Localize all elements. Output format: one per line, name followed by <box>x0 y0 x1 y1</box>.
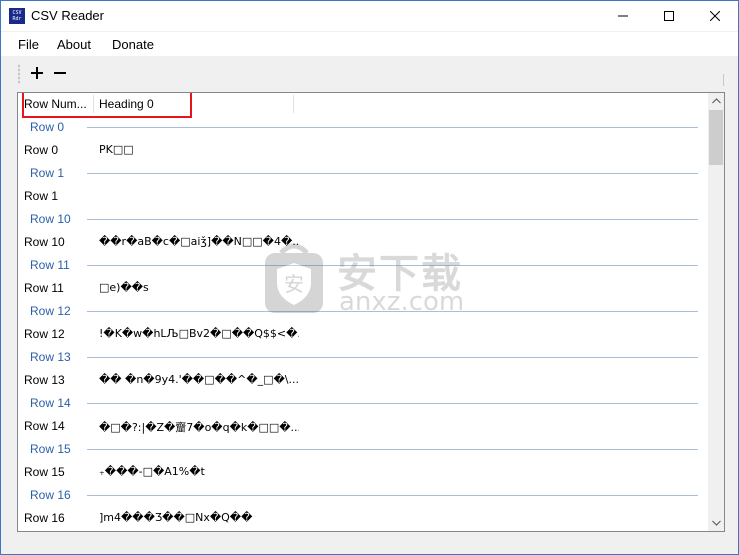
group-header[interactable]: Row 12 <box>18 300 708 323</box>
minimize-icon <box>618 15 628 17</box>
row-number-cell: Row 15 <box>24 465 65 479</box>
group-label: Row 14 <box>30 396 71 410</box>
group-label: Row 16 <box>30 488 71 502</box>
minus-icon <box>54 72 66 74</box>
heading-0-cell[interactable]: �� �n�9y4.'��□��^�_□�\... <box>99 373 299 386</box>
group-label: Row 11 <box>30 258 70 272</box>
group-header[interactable]: Row 14 <box>18 392 708 415</box>
table-row[interactable]: Row 15 ₊���-□�A1%�t <box>18 461 708 484</box>
row-number-cell: Row 14 <box>24 419 65 433</box>
table-row[interactable]: Row 10 ��r�aB�c�□aiǯ]��N□□�4�... <box>18 231 708 254</box>
group-label: Row 10 <box>30 212 71 226</box>
window-title: CSV Reader <box>31 8 104 23</box>
group-divider <box>87 173 698 174</box>
group-header[interactable]: Row 10 <box>18 208 708 231</box>
heading-0-cell[interactable]: □e)��s <box>99 281 299 294</box>
data-grid[interactable]: Row Num... Heading 0 Row 0 Row 0 PK□□ Ro… <box>17 92 725 532</box>
row-number-cell: Row 16 <box>24 511 65 525</box>
toolbar <box>1 58 738 88</box>
group-label: Row 13 <box>30 350 71 364</box>
toolbar-separator <box>723 74 724 86</box>
menu-donate[interactable]: Donate <box>112 37 154 52</box>
title-bar[interactable]: CSV Rdr CSV Reader <box>1 1 738 31</box>
heading-0-cell[interactable]: ��r�aB�c�□aiǯ]��N□□�4�... <box>99 235 299 248</box>
group-header[interactable]: Row 15 <box>18 438 708 461</box>
group-header[interactable]: Row 13 <box>18 346 708 369</box>
scroll-down-button[interactable] <box>708 515 724 531</box>
chevron-down-icon <box>711 520 721 526</box>
group-divider <box>87 127 698 128</box>
group-divider <box>87 495 698 496</box>
group-divider <box>87 449 698 450</box>
heading-0-cell[interactable]: PK□□ <box>99 143 299 156</box>
table-row[interactable]: Row 0 PK□□ <box>18 139 708 162</box>
menu-about[interactable]: About <box>57 37 91 52</box>
chevron-up-icon <box>711 98 721 104</box>
row-number-cell: Row 1 <box>24 189 59 203</box>
vertical-scrollbar[interactable] <box>708 93 724 531</box>
maximize-button[interactable] <box>646 1 692 31</box>
group-divider <box>87 219 698 220</box>
heading-0-cell[interactable]: ₊���-□�A1%�t <box>99 465 299 478</box>
group-header[interactable]: Row 11 <box>18 254 708 277</box>
row-number-cell: Row 12 <box>24 327 65 341</box>
row-number-cell: Row 10 <box>24 235 65 249</box>
group-header[interactable]: Row 1 <box>18 162 708 185</box>
column-separator[interactable] <box>293 95 294 113</box>
group-label: Row 0 <box>30 120 65 134</box>
group-label: Row 1 <box>30 166 65 180</box>
app-icon: CSV Rdr <box>9 8 25 24</box>
group-header[interactable]: Row 16 <box>18 484 708 507</box>
group-divider <box>87 403 698 404</box>
group-label: Row 15 <box>30 442 71 456</box>
toolbar-grip[interactable] <box>18 64 20 84</box>
heading-0-cell[interactable]: ]m4���Ʒ��□Nx�Q�� <box>99 511 299 524</box>
minimize-button[interactable] <box>600 1 646 31</box>
group-divider <box>87 311 698 312</box>
table-row[interactable]: Row 13 �� �n�9y4.'��□��^�_□�\... <box>18 369 708 392</box>
group-divider <box>87 265 698 266</box>
app-window: CSV Rdr CSV Reader File About Donate Row … <box>0 0 739 555</box>
grid-header: Row Num... Heading 0 <box>18 93 708 118</box>
table-row[interactable]: Row 16 ]m4���Ʒ��□Nx�Q�� <box>18 507 708 530</box>
scroll-up-button[interactable] <box>708 93 724 109</box>
group-label: Row 12 <box>30 304 71 318</box>
close-button[interactable] <box>692 1 738 31</box>
group-header[interactable]: Row 0 <box>18 116 708 139</box>
row-number-cell: Row 13 <box>24 373 65 387</box>
heading-0-cell[interactable]: !�K�w�hLЉ□Bv2�□��Q$$<�... <box>99 327 299 340</box>
table-row[interactable]: Row 1 <box>18 185 708 208</box>
menu-file[interactable]: File <box>18 37 39 52</box>
menu-bar: File About Donate <box>1 32 738 56</box>
group-divider <box>87 357 698 358</box>
add-row-button[interactable] <box>27 63 47 83</box>
table-row[interactable]: Row 12 !�K�w�hLЉ□Bv2�□��Q$$<�... <box>18 323 708 346</box>
row-number-cell: Row 11 <box>24 281 64 295</box>
plus-icon <box>31 67 43 79</box>
scroll-thumb[interactable] <box>709 110 723 165</box>
close-icon <box>710 11 720 21</box>
table-row[interactable]: Row 11 □e)��s <box>18 277 708 300</box>
maximize-icon <box>664 11 674 21</box>
heading-0-cell[interactable]: �□�?:|�Z�齏7�o�q�k�□□�... <box>99 419 299 435</box>
table-row[interactable]: Row 14 �□�?:|�Z�齏7�o�q�k�□□�... <box>18 415 708 438</box>
row-number-cell: Row 0 <box>24 143 59 157</box>
remove-row-button[interactable] <box>50 63 70 83</box>
grid-rows: Row 0 Row 0 PK□□ Row 1 Row 1 Row 10 Row … <box>18 116 708 530</box>
header-highlight-box <box>22 93 192 118</box>
